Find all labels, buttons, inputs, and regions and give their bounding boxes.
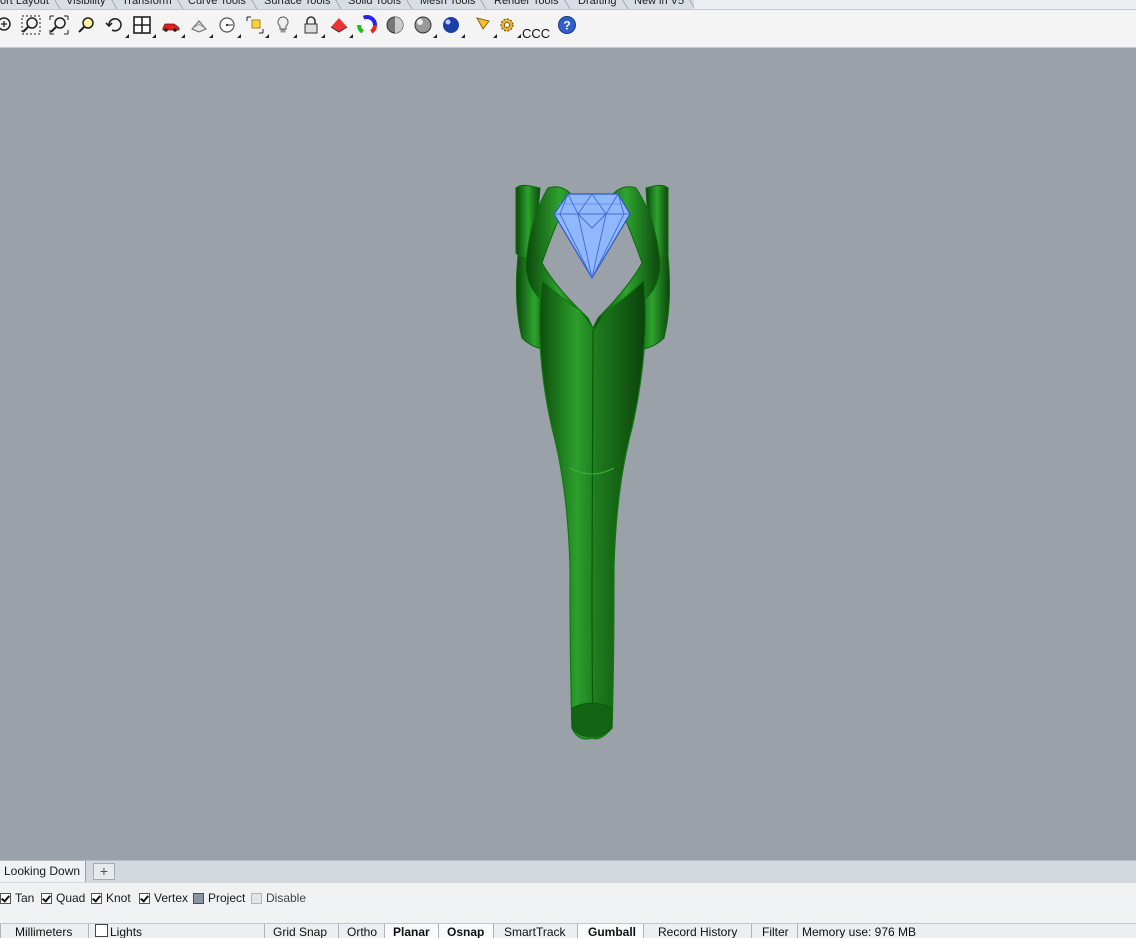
osnap-knot-label: Knot (106, 891, 131, 905)
filter-pane[interactable]: Filter (751, 924, 797, 938)
tabs-filler (694, 0, 1136, 9)
help-icon[interactable]: ? (556, 14, 578, 36)
zoom-selected-icon[interactable] (48, 14, 70, 36)
osnap-knot-checkbox[interactable] (91, 892, 102, 904)
shade-sphere-icon[interactable] (384, 14, 406, 36)
car-icon[interactable] (160, 14, 185, 38)
tab-curve-tools[interactable]: Curve Tools (188, 0, 246, 9)
gemstone[interactable] (553, 193, 631, 280)
circle-center-icon[interactable] (216, 14, 241, 38)
osnap-knot[interactable]: Knot (91, 891, 131, 905)
tab-surface-tools[interactable]: Surface Tools (264, 0, 330, 9)
tab-solid-tools[interactable]: Solid Tools (348, 0, 401, 9)
perspective-viewport[interactable] (0, 48, 1136, 860)
osnap-vertex-checkbox[interactable] (139, 892, 150, 904)
osnap-tan-label: Tan (15, 891, 35, 905)
layer-pane[interactable]: Lights (88, 924, 264, 938)
zoom-target-icon[interactable] (76, 14, 98, 36)
osnap-pane[interactable]: Osnap (438, 924, 493, 938)
viewport-tabs: Looking Down + (0, 860, 1136, 883)
units-pane[interactable]: Millimeters (0, 924, 88, 938)
zoom-window-icon[interactable] (20, 14, 42, 36)
ortho-pane[interactable]: Ortho (338, 924, 384, 938)
planar-pane[interactable]: Planar (384, 924, 438, 938)
gear-icon[interactable] (496, 14, 521, 38)
lightbulb-icon[interactable] (272, 14, 297, 38)
ccc-label[interactable]: CCC (522, 26, 550, 41)
color-wheel-icon[interactable] (356, 14, 378, 36)
osnap-project-checkbox[interactable] (193, 892, 204, 904)
osnap-project-label: Project (208, 891, 246, 905)
osnap-disable-label: Disable (266, 891, 307, 905)
blue-sphere-icon[interactable] (440, 14, 465, 38)
smarttrack-pane[interactable]: SmartTrack (493, 924, 577, 938)
tab-layout[interactable]: ort Layout (0, 0, 49, 9)
osnap-quad-label: Quad (56, 891, 86, 905)
lights-label: Lights (110, 925, 143, 938)
osnap-disable[interactable]: Disable (251, 891, 306, 905)
osnap-vertex-label: Vertex (154, 891, 189, 905)
tab-visibility[interactable]: Visibility (66, 0, 106, 9)
gumball-pane[interactable]: Gumball (577, 924, 643, 938)
toolbar-tabs: ort Layout Visibility Transform Curve To… (0, 0, 1136, 10)
undo-view-icon[interactable] (104, 14, 129, 38)
layer-icon[interactable] (328, 14, 353, 38)
osnap-project[interactable]: Project (193, 891, 245, 905)
four-viewports-icon[interactable] (131, 14, 156, 38)
grid-snap-pane[interactable]: Grid Snap (264, 924, 338, 938)
osnap-bar: Tan Quad Knot Vertex Project Disable (0, 883, 1136, 924)
tab-render-tools[interactable]: Render Tools (494, 0, 559, 9)
osnap-quad[interactable]: Quad (41, 891, 85, 905)
memory-pane: Memory use: 976 MB (797, 924, 1136, 938)
lights-swatch (95, 924, 108, 937)
add-viewport-tab-button[interactable]: + (93, 863, 115, 880)
zoom-extents-icon[interactable] (0, 14, 16, 36)
tab-transform[interactable]: Transform (122, 0, 172, 9)
render-sphere-icon[interactable] (412, 14, 437, 38)
osnap-vertex[interactable]: Vertex (139, 891, 188, 905)
osnap-quad-checkbox[interactable] (41, 892, 52, 904)
ring-model[interactable] (0, 48, 1136, 860)
tab-looking-down[interactable]: Looking Down (0, 861, 86, 882)
osnap-tan[interactable]: Tan (0, 891, 34, 905)
pan-icon[interactable] (188, 14, 213, 38)
osnap-tan-checkbox[interactable] (0, 892, 11, 904)
svg-text:?: ? (563, 19, 570, 33)
lock-icon[interactable] (300, 14, 325, 38)
tab-mesh-tools[interactable]: Mesh Tools (420, 0, 475, 9)
status-bar: Millimeters Lights Grid Snap Ortho Plana… (0, 924, 1136, 938)
flag-icon[interactable] (472, 14, 497, 38)
osnap-disable-checkbox[interactable] (251, 892, 262, 904)
main-toolbar: CCC ? (0, 10, 1136, 48)
tab-drafting[interactable]: Drafting (578, 0, 617, 9)
select-points-icon[interactable] (244, 14, 269, 38)
tab-new-in-v5[interactable]: New in V5 (634, 0, 684, 9)
record-history-pane[interactable]: Record History (643, 924, 751, 938)
